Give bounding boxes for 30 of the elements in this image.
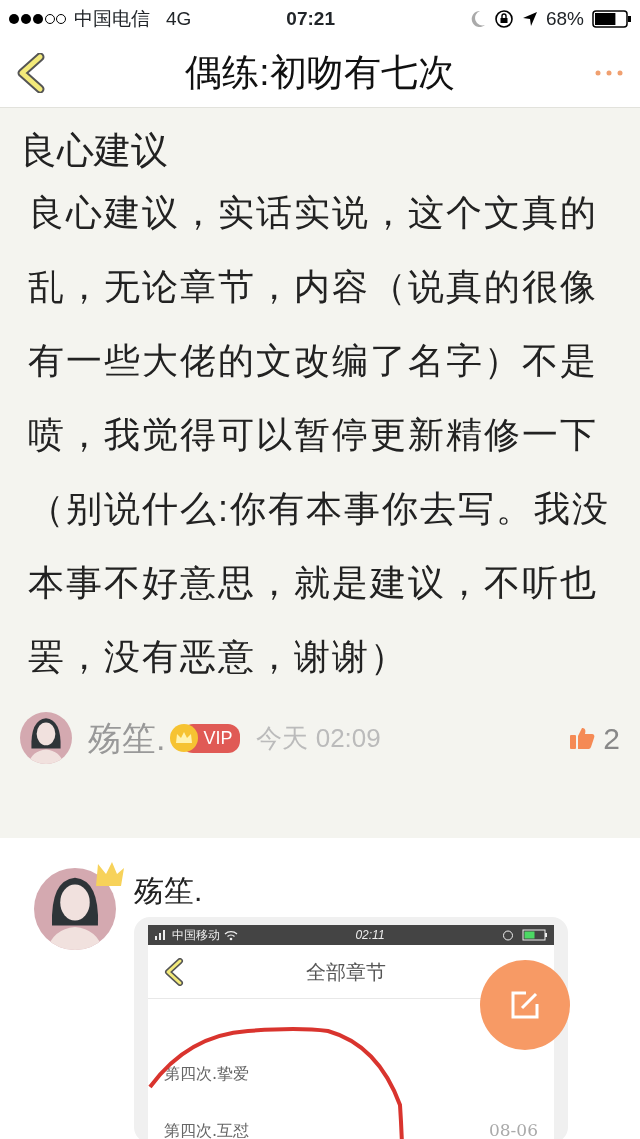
- status-time: 07:21: [285, 6, 336, 31]
- battery-percent: 68%: [545, 6, 584, 31]
- edit-icon: [510, 990, 540, 1020]
- moon-icon: [469, 10, 486, 28]
- network-type: 4G: [166, 6, 192, 31]
- chapter-date: 08-06: [489, 1118, 538, 1139]
- signal-icon: [154, 929, 168, 941]
- comment-author: 殇笙.: [88, 717, 166, 759]
- back-icon: [16, 52, 46, 93]
- back-button[interactable]: [16, 52, 46, 93]
- chapter-title: 第四次.互怼: [164, 1119, 250, 1139]
- page-title: 偶练:初吻有七次: [185, 51, 455, 93]
- carrier-name: 中国移动: [172, 927, 220, 944]
- avatar: [20, 712, 72, 764]
- thumbs-up-icon: [569, 726, 596, 750]
- reply-author: 殇笙.: [134, 873, 204, 909]
- location-arrow-icon: [521, 11, 538, 27]
- carrier-name: 中国电信: [74, 6, 150, 31]
- signal-icon: [8, 13, 66, 25]
- back-icon: [164, 957, 184, 986]
- screen-title: 全部章节: [306, 959, 386, 984]
- wifi-icon: [224, 929, 238, 941]
- comment-time: 今天 02:09: [256, 721, 381, 755]
- comment-text: 良心建议，实话实说，这个文真的乱，无论章节，内容（说真的很像有一些大佬的文改编了名字）不是喷，我觉得可以暂停更新精修一下（别说什么:你有本事你去写。我没本事不好意思，就是建议，不听也罢，没有恶意，谢谢）: [27, 191, 611, 679]
- rotation-lock-icon: [493, 9, 514, 29]
- battery-icon: [522, 929, 548, 941]
- comment-title: 良心建议: [20, 129, 169, 173]
- battery-icon: [592, 10, 632, 28]
- status-time: 02:11: [354, 927, 386, 944]
- like-button[interactable]: 2: [569, 715, 620, 761]
